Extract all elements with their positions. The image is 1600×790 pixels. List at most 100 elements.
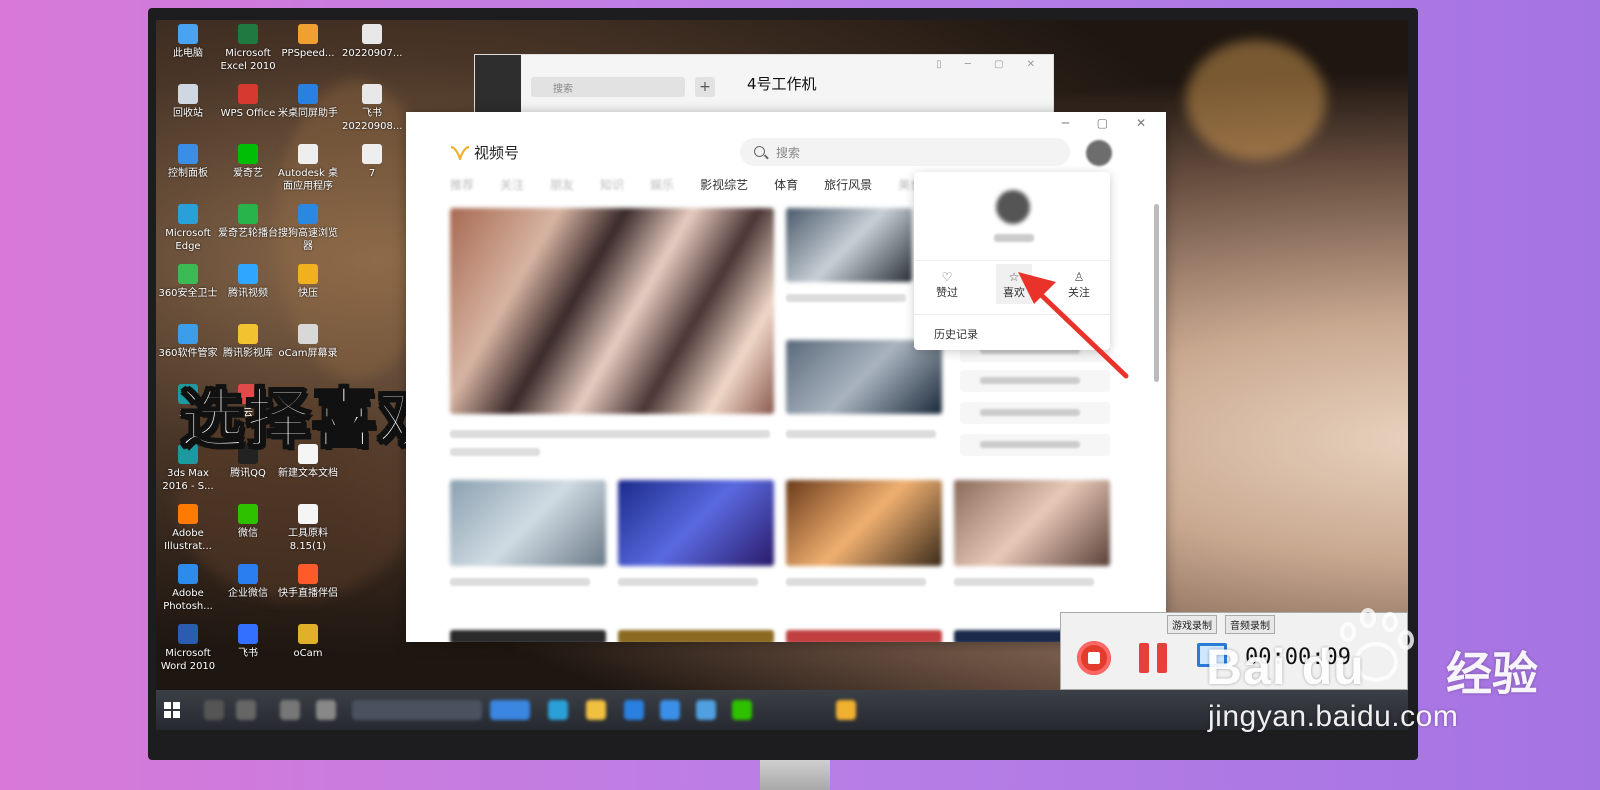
app-icon (238, 324, 258, 344)
desktop-icon[interactable]: WPS Office (218, 84, 278, 120)
desktop-icon[interactable]: 工具原料 8.15(1) (278, 504, 338, 553)
desktop-icon[interactable]: 米桌同屏助手 (278, 84, 338, 120)
category-tab[interactable]: 旅行风景 (824, 176, 872, 193)
category-tab[interactable]: 影视综艺 (700, 176, 748, 193)
video-thumbnail[interactable] (618, 630, 774, 642)
menu-divider (914, 260, 1110, 261)
wechat-window-controls[interactable]: ▯ ─ ▢ ✕ (936, 59, 1045, 70)
desktop-icon[interactable]: Adobe Illustrat... (158, 504, 218, 553)
desktop-icon[interactable]: 腾讯影视库 (218, 324, 278, 360)
category-tab[interactable]: 推荐 (450, 176, 474, 193)
category-tab[interactable]: 体育 (774, 176, 798, 193)
wechat-window: 搜索 + 4号工作机 ▯ ─ ▢ ✕ (474, 54, 1054, 115)
desktop-icon[interactable]: Adobe Photosh... (158, 564, 218, 613)
app-icon (298, 84, 318, 104)
desktop-icon[interactable]: Microsoft Word 2010 (158, 624, 218, 673)
desktop-icon[interactable]: oCam (278, 624, 338, 660)
liked-button[interactable]: ♡ 赞过 (922, 270, 972, 300)
desktop-icon[interactable]: Microsoft Excel 2010 (218, 24, 278, 73)
edge-icon[interactable] (548, 700, 568, 720)
wechat-add-button[interactable]: + (695, 77, 715, 97)
channels-window-controls[interactable]: ─ ▢ ✕ (1062, 116, 1158, 130)
search-placeholder: 搜索 (776, 146, 801, 160)
wechat-icon[interactable] (732, 700, 752, 720)
history-menu-item[interactable]: 历史记录 (934, 326, 978, 342)
desktop-icon[interactable]: 7 (342, 144, 402, 180)
app-icon (238, 144, 258, 164)
featured-video-thumbnail[interactable] (450, 208, 774, 414)
desktop-icon[interactable]: 回收站 (158, 84, 218, 120)
video-thumbnail[interactable] (786, 480, 942, 566)
taskbar-search-box[interactable] (352, 700, 482, 720)
app-icon (178, 324, 198, 344)
desktop-icon[interactable]: 360安全卫士 (158, 264, 218, 300)
video-thumbnail[interactable] (954, 480, 1110, 566)
taskbar-app-icon[interactable] (660, 700, 680, 720)
app-icon (238, 624, 258, 644)
windows-start-icon[interactable] (164, 702, 180, 718)
category-tab[interactable]: 知识 (600, 176, 624, 193)
category-tab[interactable]: 关注 (500, 176, 524, 193)
taskbar-active-app[interactable] (490, 700, 530, 720)
taskbar-app-icon[interactable] (280, 700, 300, 720)
wechat-sidebar (475, 55, 521, 115)
following-button[interactable]: ♙ 关注 (1054, 270, 1104, 300)
wechat-search-input[interactable]: 搜索 (531, 77, 685, 97)
video-thumbnail[interactable] (786, 630, 942, 642)
channels-taskbar-icon[interactable] (836, 700, 856, 720)
list-item[interactable] (960, 370, 1110, 392)
channels-search-input[interactable]: 搜索 (740, 138, 1070, 166)
desktop-icon[interactable]: 爱奇艺轮播台 (218, 204, 278, 240)
taskview-icon[interactable] (236, 700, 256, 720)
desktop-icon-label: 搜狗高速浏览器 (278, 228, 338, 252)
desktop-icon[interactable]: Microsoft Edge (158, 204, 218, 253)
search-icon[interactable] (204, 700, 224, 720)
desktop-icon[interactable]: oCam屏幕录 (278, 324, 338, 360)
taskbar-app-icon[interactable] (624, 700, 644, 720)
video-thumbnail[interactable] (450, 480, 606, 566)
desktop-icon[interactable]: Autodesk 桌面应用程序 (278, 144, 338, 193)
list-item[interactable] (960, 402, 1110, 424)
user-dropdown-menu: ♡ 赞过 ☆ 喜欢 ♙ 关注 历史记录 (914, 172, 1110, 350)
video-thumbnail[interactable] (786, 340, 942, 414)
taskbar-app-icon[interactable] (696, 700, 716, 720)
video-thumbnail[interactable] (450, 630, 606, 642)
desktop-icon[interactable]: PPSpeed... (278, 24, 338, 60)
category-tab[interactable]: 朋友 (550, 176, 574, 193)
channels-logo[interactable]: 视频号 (450, 142, 519, 163)
desktop-icon[interactable]: 此电脑 (158, 24, 218, 60)
scrollbar[interactable] (1154, 204, 1159, 382)
user-avatar[interactable] (1086, 140, 1112, 166)
video-thumbnail[interactable] (786, 208, 912, 282)
desktop-icon[interactable]: 控制面板 (158, 144, 218, 180)
desktop-icon-label: 快压 (298, 288, 318, 299)
app-icon (178, 264, 198, 284)
video-caption (786, 430, 936, 438)
video-thumbnail[interactable] (618, 480, 774, 566)
desktop-icon[interactable]: 爱奇艺 (218, 144, 278, 180)
desktop-icon[interactable]: 腾讯视频 (218, 264, 278, 300)
category-tab[interactable]: 娱乐 (650, 176, 674, 193)
desktop-icon-label: Adobe Photosh... (163, 588, 213, 612)
desktop-icon[interactable]: 飞书 (218, 624, 278, 660)
desktop-icon[interactable]: 快手直播伴侣 (278, 564, 338, 600)
folder-icon[interactable] (586, 700, 606, 720)
desktop-icon[interactable]: 搜狗高速浏览器 (278, 204, 338, 253)
channels-logo-icon (450, 145, 470, 160)
favorite-button[interactable]: ☆ 喜欢 (996, 264, 1032, 304)
taskbar-app-icon[interactable] (316, 700, 336, 720)
app-icon (298, 324, 318, 344)
desktop-icon[interactable]: 360软件管家 (158, 324, 218, 360)
desktop-icon[interactable]: 企业微信 (218, 564, 278, 600)
list-item[interactable] (960, 434, 1110, 456)
desktop-icon[interactable]: 快压 (278, 264, 338, 300)
pause-button[interactable] (1139, 643, 1167, 673)
desktop-icon[interactable]: 20220907... (342, 24, 402, 60)
watermark-brand-cn: 经验 (1446, 648, 1538, 700)
desktop-icon[interactable]: 微信 (218, 504, 278, 540)
app-icon (238, 264, 258, 284)
record-button[interactable] (1077, 641, 1111, 675)
app-icon (178, 24, 198, 44)
desktop-icon[interactable]: 飞书 20220908... (342, 84, 402, 133)
video-caption (786, 294, 906, 302)
